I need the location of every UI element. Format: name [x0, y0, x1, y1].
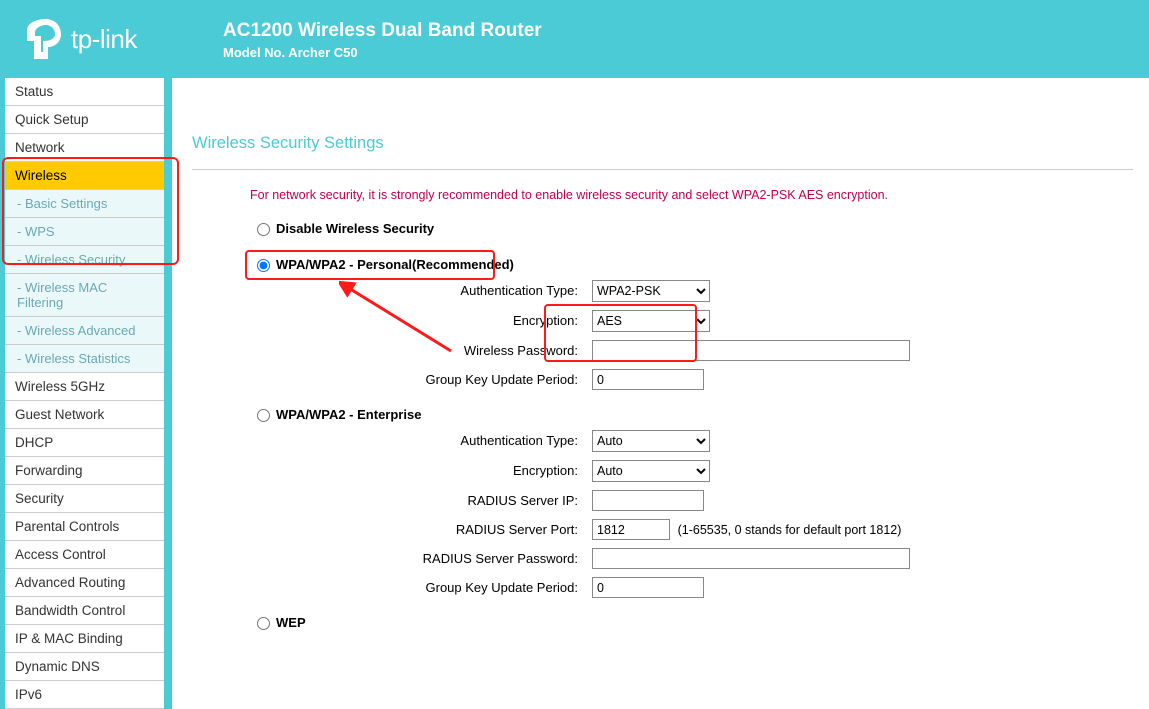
- sidebar-item-advanced-routing[interactable]: Advanced Routing: [5, 569, 164, 597]
- radio-personal-label: WPA/WPA2 - Personal(Recommended): [276, 257, 514, 272]
- radio-wep[interactable]: [257, 617, 270, 630]
- sidebar-item-wireless-5ghz[interactable]: Wireless 5GHz: [5, 373, 164, 401]
- sidebar-item-bandwidth-control[interactable]: Bandwidth Control: [5, 597, 164, 625]
- sidebar-nav: StatusQuick SetupNetworkWireless- Basic …: [0, 78, 172, 709]
- radio-wpa-personal[interactable]: [257, 259, 270, 272]
- sidebar-item-ipv6[interactable]: IPv6: [5, 681, 164, 709]
- brand-name: tp-link: [71, 24, 137, 55]
- label-auth-type: Authentication Type:: [192, 280, 592, 302]
- sidebar-item-status[interactable]: Status: [5, 78, 164, 106]
- radius-port-hint: (1-65535, 0 stands for default port 1812…: [678, 523, 902, 537]
- security-notice: For network security, it is strongly rec…: [250, 188, 1133, 202]
- select-personal-encryption[interactable]: AES: [592, 310, 710, 332]
- label-ent-auth-type: Authentication Type:: [192, 430, 592, 452]
- select-enterprise-auth-type[interactable]: Auto: [592, 430, 710, 452]
- sidebar-item-wps[interactable]: - WPS: [5, 218, 164, 246]
- sidebar-item-wireless-security[interactable]: - Wireless Security: [5, 246, 164, 274]
- label-ent-encryption: Encryption:: [192, 460, 592, 482]
- content-area: Wireless Security Settings For network s…: [172, 78, 1149, 709]
- radio-enterprise-label: WPA/WPA2 - Enterprise: [276, 407, 421, 422]
- input-radius-password[interactable]: [592, 548, 910, 569]
- radio-disable-security[interactable]: [257, 223, 270, 236]
- sidebar-item-basic-settings[interactable]: - Basic Settings: [5, 190, 164, 218]
- radio-wpa-enterprise[interactable]: [257, 409, 270, 422]
- label-ent-group-key: Group Key Update Period:: [192, 577, 592, 598]
- input-radius-ip[interactable]: [592, 490, 704, 511]
- product-title: AC1200 Wireless Dual Band Router: [223, 20, 542, 42]
- sidebar-item-wireless-advanced[interactable]: - Wireless Advanced: [5, 317, 164, 345]
- radio-disable-label: Disable Wireless Security: [276, 221, 434, 236]
- sidebar-item-ip-mac-binding[interactable]: IP & MAC Binding: [5, 625, 164, 653]
- model-number: Model No. Archer C50: [223, 45, 542, 60]
- radio-wep-label: WEP: [276, 615, 306, 630]
- label-group-key-period: Group Key Update Period:: [192, 369, 592, 390]
- sidebar-item-forwarding[interactable]: Forwarding: [5, 457, 164, 485]
- select-enterprise-encryption[interactable]: Auto: [592, 460, 710, 482]
- label-wireless-password: Wireless Password:: [192, 340, 592, 361]
- sidebar-item-wireless-mac-filtering[interactable]: - Wireless MAC Filtering: [5, 274, 164, 317]
- sidebar-item-guest-network[interactable]: Guest Network: [5, 401, 164, 429]
- sidebar-item-parental-controls[interactable]: Parental Controls: [5, 513, 164, 541]
- select-personal-auth-type[interactable]: WPA2-PSK: [592, 280, 710, 302]
- divider: [192, 169, 1133, 170]
- tplink-logo-icon: [25, 17, 63, 61]
- sidebar-item-wireless[interactable]: Wireless: [5, 162, 164, 190]
- label-radius-port: RADIUS Server Port:: [192, 519, 592, 540]
- page-title: Wireless Security Settings: [192, 134, 1133, 153]
- input-wireless-password[interactable]: [592, 340, 910, 361]
- input-radius-port[interactable]: [592, 519, 670, 540]
- input-personal-group-key[interactable]: [592, 369, 704, 390]
- sidebar-item-quick-setup[interactable]: Quick Setup: [5, 106, 164, 134]
- label-radius-ip: RADIUS Server IP:: [192, 490, 592, 511]
- sidebar-item-security[interactable]: Security: [5, 485, 164, 513]
- brand-logo: tp-link: [25, 17, 223, 61]
- sidebar-item-network[interactable]: Network: [5, 134, 164, 162]
- sidebar-item-wireless-statistics[interactable]: - Wireless Statistics: [5, 345, 164, 373]
- label-encryption: Encryption:: [192, 310, 592, 332]
- label-radius-password: RADIUS Server Password:: [192, 548, 592, 569]
- sidebar-item-access-control[interactable]: Access Control: [5, 541, 164, 569]
- sidebar-item-dhcp[interactable]: DHCP: [5, 429, 164, 457]
- input-enterprise-group-key[interactable]: [592, 577, 704, 598]
- header: tp-link AC1200 Wireless Dual Band Router…: [0, 0, 1149, 78]
- sidebar-item-dynamic-dns[interactable]: Dynamic DNS: [5, 653, 164, 681]
